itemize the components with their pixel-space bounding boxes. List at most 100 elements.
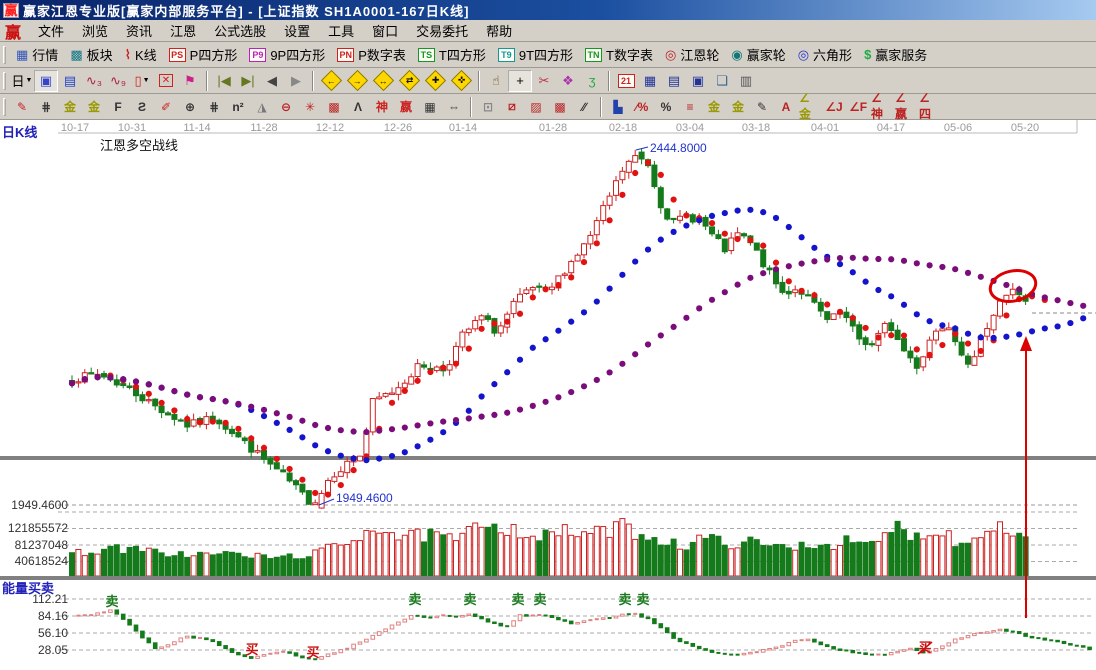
ying-tool[interactable]: 嬴 [394, 96, 418, 118]
menu-item-帮助[interactable]: 帮助 [477, 19, 521, 42]
menu-item-浏览[interactable]: 浏览 [73, 19, 117, 42]
menu-item-文件[interactable]: 文件 [29, 19, 73, 42]
sector-button[interactable]: ▩板块 [64, 43, 118, 66]
wave-a-tool[interactable]: A [774, 96, 798, 118]
toolbar-grip[interactable] [3, 46, 6, 64]
ying-angle-tool[interactable]: ∠嬴 [894, 96, 918, 118]
fan-lines-tool[interactable]: ⧄ [500, 96, 524, 118]
mark-pen-tool[interactable]: ✐ [154, 96, 178, 118]
wave-9-icon[interactable]: ∿₉ [106, 70, 130, 92]
gann-h-sync-icon[interactable]: ⇄ [396, 70, 422, 92]
dense-grid-tool[interactable]: ⋕ [202, 96, 226, 118]
kline-button[interactable]: ⌇K线 [119, 43, 163, 66]
t-number-button[interactable]: TNT数字表 [579, 43, 659, 66]
width-tool[interactable]: ⇔ [442, 96, 466, 118]
info-panel-icon[interactable]: ▤ [58, 70, 82, 92]
toolbar-grip[interactable] [3, 72, 6, 90]
menu-item-资讯[interactable]: 资讯 [117, 19, 161, 42]
crosshair-tool-icon[interactable]: + [508, 70, 532, 92]
gann-h-expand-icon[interactable]: ↔ [370, 70, 396, 92]
oscillator-axis-label: 112.21 [2, 592, 68, 606]
title-bar[interactable]: 赢 赢家江恩专业版[赢家内部服务平台] - [上证指数 SH1A0001-167… [0, 0, 1096, 20]
fibo-f-tool[interactable]: F [106, 96, 130, 118]
calendar-icon[interactable]: 21 [614, 70, 638, 92]
gold-angle-tool[interactable]: ∠金 [798, 96, 822, 118]
gann-cross-icon[interactable]: ✚ [422, 70, 448, 92]
shen-angle-tool[interactable]: ∠神 [870, 96, 894, 118]
n-square-tool[interactable]: n² [226, 96, 250, 118]
quote-button[interactable]: ▦行情 [10, 43, 64, 66]
delete-tool-icon[interactable]: ✂ [532, 70, 556, 92]
m-line-tool[interactable]: Λ [346, 96, 370, 118]
grid-tool[interactable]: ⋕ [34, 96, 58, 118]
red-circle-tool[interactable]: ⊖ [274, 96, 298, 118]
transfer-icon[interactable]: ▥ [734, 70, 758, 92]
angle-ruler-tool[interactable]: ◮ [250, 96, 274, 118]
p-number-button[interactable]: PNP数字表 [331, 43, 412, 66]
menu-item-公式选股[interactable]: 公式选股 [205, 19, 275, 42]
red-box1-tool[interactable]: ▨ [524, 96, 548, 118]
circle360-tool[interactable]: ⊕ [178, 96, 202, 118]
red-grid-tool[interactable]: ▩ [322, 96, 346, 118]
si-angle-tool[interactable]: ∠四 [918, 96, 942, 118]
menu-item-工具[interactable]: 工具 [319, 19, 363, 42]
chart-area[interactable]: 卖卖卖卖卖卖卖买买买 日K线 江恩多空战线 10-1710-3111-1411-… [0, 120, 1096, 670]
box-select-tool[interactable]: ⊡ [476, 96, 500, 118]
gold-grid2-tool[interactable]: 金 [82, 96, 106, 118]
red-box2-tool[interactable]: ▩ [548, 96, 572, 118]
calculator-icon[interactable]: ▦ [638, 70, 662, 92]
menu-item-交易委托[interactable]: 交易委托 [407, 19, 477, 42]
scroll-right-icon[interactable]: ▶ [284, 70, 308, 92]
percent-tool[interactable]: % [654, 96, 678, 118]
ink-pen-tool[interactable]: ✎ [750, 96, 774, 118]
notebook-icon[interactable]: ▤ [662, 70, 686, 92]
gann-expand-icon[interactable]: ✜ [448, 70, 474, 92]
gann-left-icon-shape: ← [320, 70, 341, 91]
chart-window-icon[interactable]: ▣ [34, 70, 58, 92]
hexagon-button[interactable]: ◎六角形 [792, 43, 858, 66]
quote-button-icon: ▦ [16, 47, 28, 63]
pen-tool[interactable]: ✎ [10, 96, 34, 118]
t-square-button[interactable]: TST四方形 [412, 43, 492, 66]
red-star-tool[interactable]: ✳ [298, 96, 322, 118]
shen-tool[interactable]: 神 [370, 96, 394, 118]
stats-tool[interactable]: ▙ [606, 96, 630, 118]
hand-tool-icon[interactable]: ☝ [484, 70, 508, 92]
candle-style-dropdown[interactable]: ▯▼ [130, 70, 154, 92]
jump-start-icon[interactable]: |◀ [212, 70, 236, 92]
winner-service-button-icon: $ [864, 47, 871, 62]
ex-rights-icon[interactable]: ✕ [154, 70, 178, 92]
menu-item-江恩[interactable]: 江恩 [161, 19, 205, 42]
p-square-button[interactable]: PSP四方形 [163, 43, 244, 66]
gann-left-icon[interactable]: ← [318, 70, 344, 92]
jump-end-icon[interactable]: ▶| [236, 70, 260, 92]
pct-lines-tool[interactable]: ≡ [678, 96, 702, 118]
gold-circle-tool[interactable]: 金 [726, 96, 750, 118]
gold-lines-tool[interactable]: 金 [702, 96, 726, 118]
winner-service-button[interactable]: $赢家服务 [858, 43, 933, 66]
flag-mark-icon[interactable]: ⚑ [178, 70, 202, 92]
scroll-left-icon[interactable]: ◀ [260, 70, 284, 92]
ruler123-tool[interactable]: ▦ [418, 96, 442, 118]
f-angle-tool[interactable]: ∠F [846, 96, 870, 118]
turn5-tool[interactable]: Ƨ [130, 96, 154, 118]
wave-3-icon[interactable]: ∿₃ [82, 70, 106, 92]
menu-item-设置[interactable]: 设置 [275, 19, 319, 42]
toolbar-grip[interactable] [3, 98, 6, 116]
winner-wheel-button[interactable]: ◉赢家轮 [725, 43, 791, 66]
web-tool-icon[interactable]: ❖ [556, 70, 580, 92]
9t-square-button[interactable]: T99T四方形 [492, 43, 579, 66]
gold-grid-tool[interactable]: 金 [58, 96, 82, 118]
download-icon[interactable]: ❏ [710, 70, 734, 92]
gann-wheel-button[interactable]: ◎江恩轮 [659, 43, 725, 66]
parallel-tool[interactable]: ∕∕ [572, 96, 596, 118]
gann-right-icon[interactable]: → [344, 70, 370, 92]
pct-slash-tool[interactable]: ⁄% [630, 96, 654, 118]
j-angle-tool[interactable]: ∠J [822, 96, 846, 118]
save-icon[interactable]: ▣ [686, 70, 710, 92]
menu-item-窗口[interactable]: 窗口 [363, 19, 407, 42]
9p-square-button[interactable]: P99P四方形 [243, 43, 331, 66]
sell-marker: 卖 [618, 592, 631, 607]
period-day-dropdown[interactable]: 日▼ [10, 70, 34, 92]
dragon-tool-icon[interactable]: ʒ [580, 70, 604, 92]
